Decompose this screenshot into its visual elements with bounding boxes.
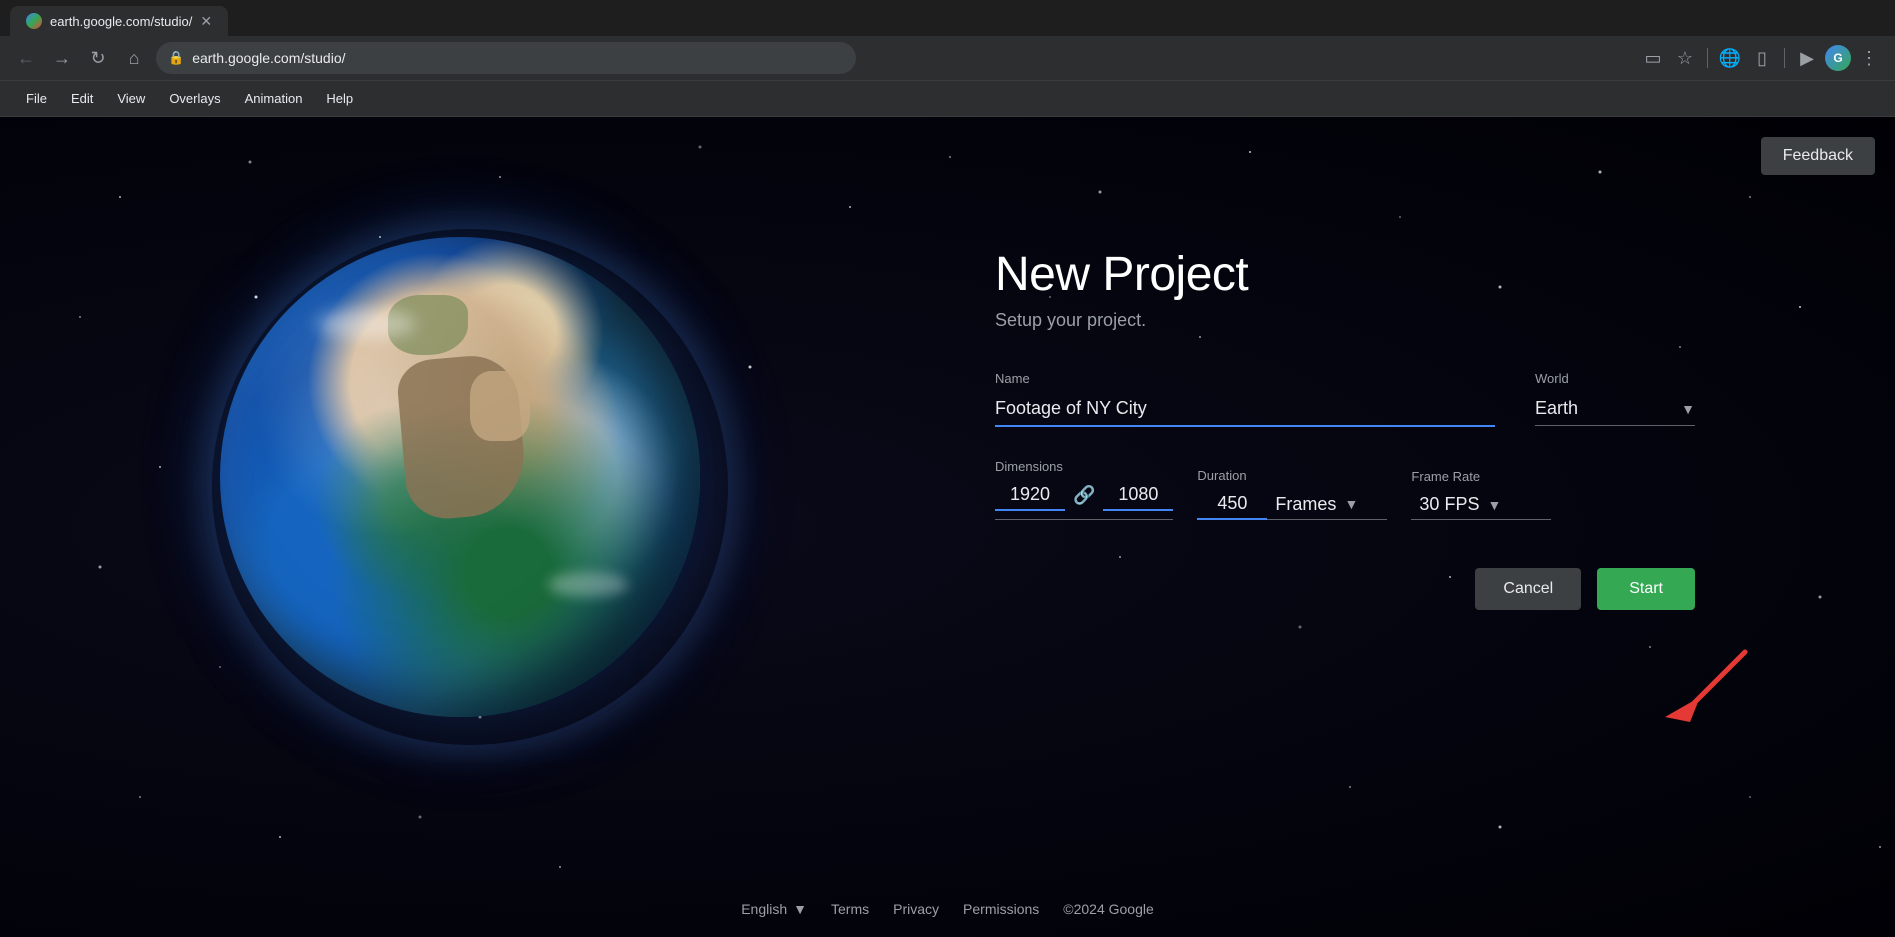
buttons-row: Cancel Start <box>995 568 1695 610</box>
project-form: New Project Setup your project. Name Wor… <box>995 247 1695 610</box>
tab-favicon <box>26 13 42 29</box>
name-field-group: Name <box>995 371 1495 427</box>
width-input[interactable] <box>995 480 1065 511</box>
menu-button[interactable]: ⋮ <box>1855 44 1883 72</box>
link-icon: 🔗 <box>1073 485 1095 506</box>
back-button[interactable]: ← <box>12 44 40 72</box>
name-input[interactable] <box>995 392 1495 427</box>
permissions-link[interactable]: Permissions <box>963 901 1039 917</box>
app-menubar: File Edit View Overlays Animation Help <box>0 81 1895 117</box>
duration-group: Duration Frames ▼ <box>1197 468 1387 520</box>
fps-select-arrow-icon: ▼ <box>1487 497 1501 513</box>
forward-icon: → <box>53 48 71 69</box>
refresh-button[interactable]: ↻ <box>84 44 112 72</box>
globe-icon[interactable]: 🌐 <box>1716 44 1744 72</box>
earth-globe <box>220 237 700 717</box>
framerate-group: Frame Rate 30 FPS ▼ <box>1411 469 1551 520</box>
refresh-icon: ↻ <box>90 48 105 69</box>
browser-toolbar: ← → ↻ ⌂ 🔒 earth.google.com/studio/ ▭ ☆ 🌐… <box>0 36 1895 80</box>
menu-overlays[interactable]: Overlays <box>159 87 230 110</box>
cloud-2 <box>548 572 628 597</box>
media-icon[interactable]: ▶ <box>1793 44 1821 72</box>
frames-select[interactable]: Frames ▼ <box>1267 490 1387 520</box>
form-row-dimensions: Dimensions 🔗 Duration Frames ▼ <box>995 459 1695 520</box>
menu-edit[interactable]: Edit <box>61 87 103 110</box>
back-icon: ← <box>17 48 35 69</box>
profile-avatar[interactable]: G <box>1825 45 1851 71</box>
fps-select[interactable]: 30 FPS ▼ <box>1411 490 1551 520</box>
url-text: earth.google.com/studio/ <box>192 50 345 66</box>
toolbar-right: ▭ ☆ 🌐 ▯ ▶ G ⋮ <box>1639 44 1883 72</box>
home-icon: ⌂ <box>129 48 140 69</box>
world-label: World <box>1535 371 1695 386</box>
tab-close-button[interactable]: ✕ <box>200 13 212 30</box>
home-button[interactable]: ⌂ <box>120 44 148 72</box>
bookmark-icon[interactable]: ☆ <box>1671 44 1699 72</box>
world-select-arrow-icon: ▼ <box>1681 401 1695 417</box>
menu-view[interactable]: View <box>107 87 155 110</box>
language-arrow-icon: ▼ <box>793 901 807 917</box>
world-field-group: World Earth ▼ <box>1535 371 1695 426</box>
divider <box>1707 48 1708 68</box>
fps-select-value: 30 FPS <box>1419 494 1479 515</box>
forward-button[interactable]: → <box>48 44 76 72</box>
tab-title: earth.google.com/studio/ <box>50 14 192 29</box>
start-button[interactable]: Start <box>1597 568 1695 610</box>
browser-chrome: earth.google.com/studio/ ✕ ← → ↻ ⌂ 🔒 ear… <box>0 0 1895 81</box>
cloud-1 <box>316 309 416 339</box>
duration-input[interactable] <box>1197 489 1267 520</box>
terms-link[interactable]: Terms <box>831 901 869 917</box>
dimensions-group: Dimensions 🔗 <box>995 459 1173 520</box>
name-label: Name <box>995 371 1495 386</box>
arabia-landmass <box>470 371 530 441</box>
copyright-text: ©2024 Google <box>1063 901 1154 917</box>
frames-select-value: Frames <box>1275 494 1336 515</box>
lock-icon: 🔒 <box>168 50 184 66</box>
language-selector[interactable]: English ▼ <box>741 901 807 917</box>
project-form-title: New Project <box>995 247 1695 302</box>
dimensions-inputs: 🔗 <box>995 480 1173 520</box>
cancel-button[interactable]: Cancel <box>1475 568 1581 610</box>
tabs-bar: earth.google.com/studio/ ✕ <box>0 0 1895 36</box>
menu-help[interactable]: Help <box>316 87 363 110</box>
duration-row: Frames ▼ <box>1197 489 1387 520</box>
menu-animation[interactable]: Animation <box>235 87 313 110</box>
form-row-name-world: Name World Earth ▼ <box>995 371 1695 427</box>
dimensions-label: Dimensions <box>995 459 1173 474</box>
project-form-subtitle: Setup your project. <box>995 310 1695 331</box>
menu-file[interactable]: File <box>16 87 57 110</box>
main-content: Feedback New Project Setup your project.… <box>0 117 1895 937</box>
feedback-button[interactable]: Feedback <box>1761 137 1875 175</box>
privacy-link[interactable]: Privacy <box>893 901 939 917</box>
arrow-pointer <box>1655 642 1735 722</box>
world-select[interactable]: Earth ▼ <box>1535 392 1695 426</box>
duration-label: Duration <box>1197 468 1387 483</box>
footer: English ▼ Terms Privacy Permissions ©202… <box>0 881 1895 937</box>
active-tab[interactable]: earth.google.com/studio/ ✕ <box>10 6 228 36</box>
framerate-label: Frame Rate <box>1411 469 1551 484</box>
extensions-icon[interactable]: ▯ <box>1748 44 1776 72</box>
divider2 <box>1784 48 1785 68</box>
earth-globe-container <box>220 237 720 737</box>
height-input[interactable] <box>1103 480 1173 511</box>
frames-select-arrow-icon: ▼ <box>1344 496 1358 512</box>
cast-icon[interactable]: ▭ <box>1639 44 1667 72</box>
address-bar[interactable]: 🔒 earth.google.com/studio/ <box>156 42 856 74</box>
language-label: English <box>741 901 787 917</box>
world-select-value: Earth <box>1535 398 1681 419</box>
